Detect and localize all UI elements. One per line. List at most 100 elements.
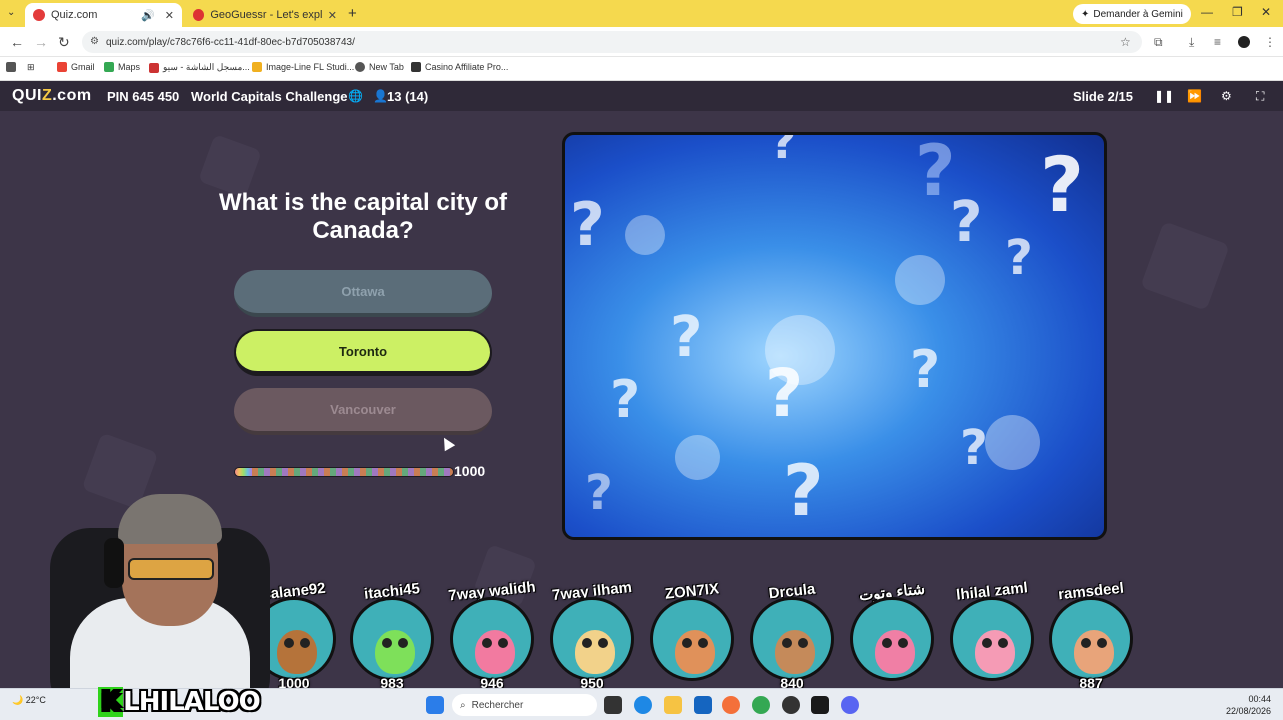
bookmark-fl-studio[interactable]: Image-Line FL Studi... [252,62,354,72]
weather-widget[interactable]: 🌙 22°C [12,695,46,706]
player-avatar [650,597,734,681]
taskbar-search[interactable]: ⌕ Rechercher [452,694,597,716]
quiz-logo[interactable]: QUIZ.com [12,87,92,105]
player-count: 13 (14) [387,89,429,104]
player-score: 946 [480,675,504,688]
close-tab-icon[interactable]: ✕ [165,9,174,22]
logo-text: .com [52,87,92,104]
bookmarks-bar: ⊞ Gmail Maps مسجل الشاشة - سيو... Image-… [0,57,1283,81]
geoguessr-favicon-icon [193,9,205,21]
url-field[interactable]: ⚙ quiz.com/play/c78c76f6-cc11-41df-80ec-… [82,31,1142,53]
forward-arrow-icon[interactable]: → [34,34,48,50]
background-shape [1140,221,1230,311]
question-mark-icon: ? [585,465,613,521]
answer-option-1[interactable]: Ottawa [234,270,492,317]
player-avatar [750,597,834,681]
answer-option-2-selected[interactable]: Toronto [234,329,492,376]
bokeh-light [625,215,665,255]
menu-dots-icon[interactable]: ⋮ [1264,35,1276,49]
bookmark-new-tab[interactable]: New Tab [355,62,404,72]
question-mark-icon: ? [770,132,797,169]
question-mark-icon: ? [1040,140,1085,229]
streamer-webcam [40,488,270,720]
bokeh-light [675,435,720,480]
game-pin: PIN 645 450 [107,89,180,104]
edge-icon[interactable] [634,696,652,714]
site-info-icon[interactable]: ⚙ [90,36,99,47]
extensions-icon[interactable]: ⧉ [1154,35,1163,50]
bookmark-label: New Tab [369,62,404,72]
speaker-icon[interactable]: 🔊 [141,9,155,22]
player-card: 7way ilham 950 [550,579,634,688]
media-controls-icon[interactable]: ≡ [1214,35,1221,49]
question-mark-icon: ? [670,305,703,370]
task-view-icon[interactable] [604,696,622,714]
app-icon[interactable] [811,696,829,714]
player-card: itachi45 983 [350,580,434,688]
apps-grid-icon[interactable]: ⊞ [27,62,35,73]
clock-time: 00:44 [1248,694,1271,704]
file-explorer-icon[interactable] [664,696,682,714]
timer-fill [235,468,253,476]
tab-search-icon[interactable]: ⌄ [7,7,15,18]
restore-icon[interactable]: ❐ [1232,5,1243,19]
moon-icon: 🌙 [12,695,24,705]
firefox-icon[interactable] [722,696,740,714]
tab-label: Quiz.com [51,9,98,21]
bookmark-gmail[interactable]: Gmail [57,62,95,72]
url-text: quiz.com/play/c78c76f6-cc11-41df-80ec-b7… [106,36,355,48]
pause-icon[interactable]: ❚❚ [1154,89,1174,103]
gemini-icon: ✦ [1081,8,1090,20]
bokeh-light [985,415,1040,470]
download-icon[interactable]: ⤓ [1189,35,1194,50]
tab-label: GeoGuessr - Let's explore the w [210,9,321,21]
bookmark-label: Gmail [71,62,95,72]
discord-icon[interactable] [841,696,859,714]
settings-gear-icon[interactable]: ⚙ [1221,89,1232,103]
search-icon: ⌕ [460,699,466,711]
gemini-button[interactable]: ✦ Demander à Gemini [1073,4,1191,24]
sidebar-toggle-icon[interactable] [6,62,16,72]
bookmark-casino[interactable]: Casino Affiliate Pro... [411,62,508,72]
quiz-title: World Capitals Challenge [191,89,348,104]
player-avatar [950,597,1034,681]
new-tab-icon[interactable]: + [348,5,357,22]
bookmark-star-icon[interactable]: ☆ [1120,35,1131,49]
chrome-icon[interactable] [752,696,770,714]
points-timer-bar [234,467,454,477]
back-arrow-icon[interactable]: ← [10,34,24,50]
player-card: Drcula 840 [750,581,834,688]
headset-icon [104,538,124,588]
clock-date: 22/08/2026 [1225,706,1271,716]
store-icon[interactable] [694,696,712,714]
streamer-name-text: LHILALOO [123,687,261,717]
player-score: 950 [580,675,604,688]
close-window-icon[interactable]: ✕ [1261,5,1271,19]
player-avatar [550,597,634,681]
close-tab-icon[interactable]: ✕ [328,9,337,22]
reload-icon[interactable]: ↻ [58,34,70,51]
system-clock[interactable]: 00:44 22/08/2026 [1226,693,1271,717]
weather-temp: 22°C [25,695,46,705]
slide-counter: Slide 2/15 [1073,89,1133,104]
bookmark-maps[interactable]: Maps [104,62,140,72]
player-card: ramsdeel 887 [1049,580,1133,688]
fullscreen-icon[interactable]: ⛶ [1256,89,1264,104]
app-icon[interactable] [782,696,800,714]
streamer-name-overlay: K LHILALOO [98,687,261,717]
tab-geoguessr[interactable]: GeoGuessr - Let's explore the w ✕ [185,3,345,27]
question-mark-icon: ? [570,190,605,260]
skip-icon[interactable]: ⏩ [1187,89,1202,103]
bookmark-screen-recorder[interactable]: مسجل الشاشة - سيو... [149,62,250,73]
bookmark-label: مسجل الشاشة - سيو... [163,62,250,72]
mouse-cursor-icon [438,434,456,452]
start-menu-icon[interactable] [426,696,444,714]
profile-avatar[interactable] [1238,36,1250,48]
answer-option-3[interactable]: Vancouver [234,388,492,435]
question-text: What is the capital city of Canada? [218,189,508,244]
minimize-icon[interactable]: — [1201,5,1213,19]
tab-quiz[interactable]: Quiz.com 🔊 ✕ [25,3,182,27]
player-avatar [450,597,534,681]
question-mark-icon: ? [910,340,941,400]
gemini-label: Demander à Gemini [1093,8,1183,20]
